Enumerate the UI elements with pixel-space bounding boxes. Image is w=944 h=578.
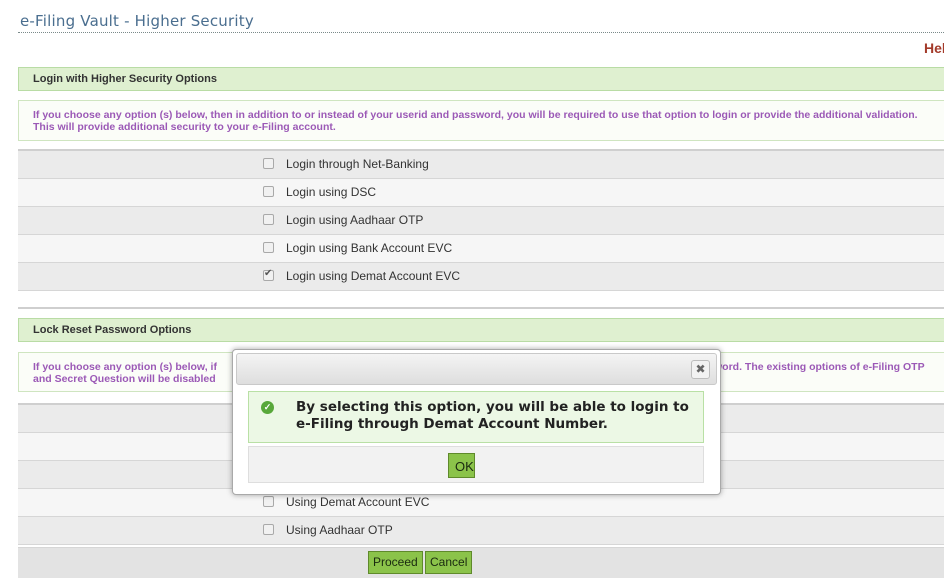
lock-reset-info-left-2: and Secret Question will be disabled xyxy=(33,373,216,385)
bank-evc-checkbox[interactable] xyxy=(263,242,274,253)
page-title: e-Filing Vault - Higher Security xyxy=(20,12,254,30)
close-icon[interactable]: ✖ xyxy=(691,360,710,379)
bank-evc-label: Login using Bank Account EVC xyxy=(286,241,453,255)
dsc-checkbox[interactable] xyxy=(263,186,274,197)
lock-aadhaar-otp-label: Using Aadhaar OTP xyxy=(286,523,393,537)
help-link[interactable]: Help xyxy=(924,40,944,56)
netbanking-checkbox[interactable] xyxy=(263,158,274,169)
dialog-message: By selecting this option, you will be ab… xyxy=(296,399,689,432)
demat-evc-checkbox[interactable] xyxy=(263,268,274,281)
lock-reset-header: Lock Reset Password Options xyxy=(18,318,944,342)
login-option-dsc[interactable]: Login using DSC xyxy=(18,179,944,207)
login-options-list: Login through Net-Banking Login using DS… xyxy=(18,149,944,291)
login-option-netbanking[interactable]: Login through Net-Banking xyxy=(18,151,944,179)
login-option-demat-evc[interactable]: Login using Demat Account EVC xyxy=(18,263,944,291)
netbanking-label: Login through Net-Banking xyxy=(286,157,429,171)
login-option-aadhaar-otp[interactable]: Login using Aadhaar OTP xyxy=(18,207,944,235)
dialog-titlebar: ✖ xyxy=(236,353,717,385)
login-option-bank-evc[interactable]: Login using Bank Account EVC xyxy=(18,235,944,263)
ok-button[interactable]: OK xyxy=(448,453,475,478)
dsc-label: Login using DSC xyxy=(286,185,377,199)
proceed-button[interactable]: Proceed xyxy=(368,551,423,574)
check-circle-icon: ✓ xyxy=(261,401,274,414)
demat-evc-label: Login using Demat Account EVC xyxy=(286,269,461,283)
title-divider xyxy=(18,32,944,33)
lock-option-aadhaar-otp[interactable]: Using Aadhaar OTP xyxy=(18,517,944,545)
lock-demat-evc-checkbox[interactable] xyxy=(263,496,274,507)
lock-reset-info-left: If you choose any option (s) below, if xyxy=(33,361,217,373)
dialog-footer: OK xyxy=(248,446,704,483)
section-divider xyxy=(18,295,944,309)
action-button-bar: Proceed Cancel xyxy=(18,547,944,578)
login-options-info: If you choose any option (s) below, then… xyxy=(18,100,944,141)
aadhaar-otp-checkbox[interactable] xyxy=(263,214,274,225)
aadhaar-otp-label: Login using Aadhaar OTP xyxy=(286,213,424,227)
confirmation-dialog: ✖ ✓ By selecting this option, you will b… xyxy=(232,349,721,495)
dialog-message-box: ✓ By selecting this option, you will be … xyxy=(248,391,704,443)
cancel-button[interactable]: Cancel xyxy=(425,551,473,574)
efiling-vault-page: e-Filing Vault - Higher Security Help Lo… xyxy=(0,0,944,578)
login-options-header: Login with Higher Security Options xyxy=(18,67,944,91)
lock-demat-evc-label: Using Demat Account EVC xyxy=(286,495,430,509)
lock-aadhaar-otp-checkbox[interactable] xyxy=(263,524,274,535)
lock-reset-info-right: word. The existing options of e-Filing O… xyxy=(714,361,925,373)
